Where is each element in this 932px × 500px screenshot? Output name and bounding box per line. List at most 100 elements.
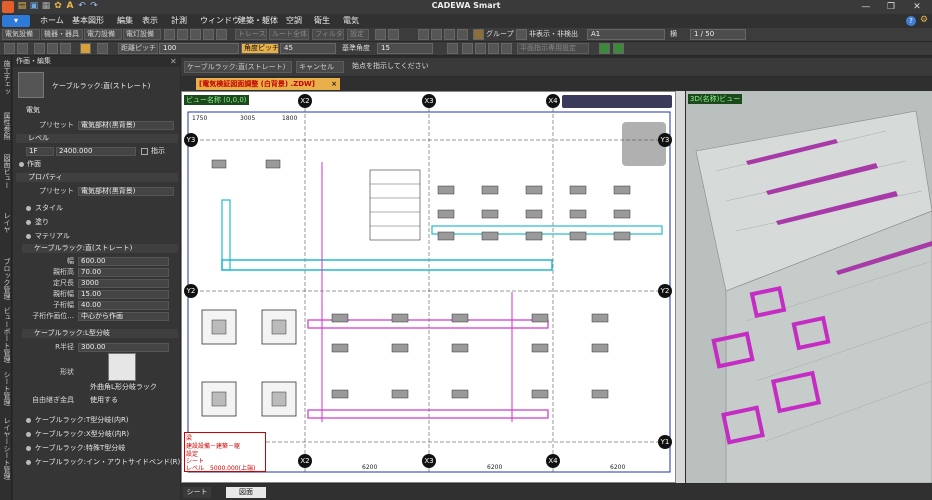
tool-icon-c[interactable] xyxy=(190,29,201,40)
branch-section[interactable]: ケーブルラック:L型分岐 xyxy=(22,329,178,338)
distance-pitch-select[interactable]: 100 xyxy=(159,43,239,54)
property-section[interactable]: プロパティ xyxy=(16,173,178,182)
menu-home[interactable]: ホーム xyxy=(40,14,64,28)
level-section[interactable]: レベル xyxy=(16,134,178,143)
shape-value[interactable]: 外曲角L形分岐ラック xyxy=(90,383,157,392)
panel-pin-icon[interactable]: ✕ xyxy=(170,57,177,66)
snap-icon-b[interactable] xyxy=(47,43,58,54)
group-label[interactable]: グループ xyxy=(486,29,514,40)
vtab-viewport[interactable]: ビューポート管理 xyxy=(0,304,12,366)
tab-drawing[interactable]: 図面 xyxy=(226,487,266,498)
snap-icon-a[interactable] xyxy=(34,43,45,54)
document-tab[interactable]: [電気検証図面調整 (白背景) .ZDW] × xyxy=(196,78,340,90)
vtab-construction-check[interactable]: 施工チェック xyxy=(0,58,12,96)
snap-icon-c[interactable] xyxy=(60,43,71,54)
vtab-layer[interactable]: レイヤー xyxy=(0,210,12,234)
material-item[interactable]: マテリアル xyxy=(35,232,70,241)
minimize-icon[interactable]: — xyxy=(854,0,878,14)
level-input[interactable]: 2400.000 xyxy=(56,147,136,156)
radius-input[interactable]: 300.00 xyxy=(78,343,169,352)
menu-hvac[interactable]: 空調 xyxy=(286,14,302,28)
tool-icon-b[interactable] xyxy=(177,29,188,40)
menu-building[interactable]: 建築・躯体 xyxy=(238,14,278,28)
tool-icon-d[interactable] xyxy=(203,29,214,40)
document-tab-close[interactable]: × xyxy=(331,78,337,90)
level-check-box[interactable] xyxy=(141,148,148,155)
special-t-item[interactable]: ケーブルラック:特殊T型分岐 xyxy=(35,444,125,453)
grid-icon-c[interactable] xyxy=(488,43,499,54)
hide-detect-label[interactable]: 非表示・非検出 xyxy=(529,29,578,40)
cursor-icon[interactable] xyxy=(97,43,108,54)
pen-icon[interactable] xyxy=(447,43,458,54)
filter-button[interactable]: フィルター xyxy=(312,29,344,40)
vtab-drawing-view[interactable]: 図面ビュー xyxy=(0,150,12,192)
width-input[interactable]: 600.00 xyxy=(78,257,169,266)
help-icon[interactable]: ? xyxy=(906,16,916,26)
distance-pitch-button[interactable]: 距離ピッチ xyxy=(118,43,158,54)
branch-x-item[interactable]: ケーブルラック:X型分岐(内R) xyxy=(35,430,129,439)
vtab-block[interactable]: ブロック管理 xyxy=(0,256,12,302)
menu-window[interactable]: ウィンドウ xyxy=(200,14,240,28)
base-angle-input[interactable]: 15 xyxy=(377,43,433,54)
menu-measure[interactable]: 計測 xyxy=(171,14,187,28)
route-all-button[interactable]: ルート全体 xyxy=(269,29,309,40)
grid-icon-b[interactable] xyxy=(475,43,486,54)
grid-icon-a[interactable] xyxy=(462,43,473,54)
menu-edit[interactable]: 編集 xyxy=(117,14,133,28)
refresh-icon[interactable] xyxy=(599,43,610,54)
floor-select[interactable]: 1F xyxy=(26,147,54,156)
bend-item[interactable]: ケーブルラック:イン・アウトサイドベンド(R) xyxy=(35,458,180,467)
joint-value[interactable]: 使用する xyxy=(90,396,118,405)
main-width-input[interactable]: 15.00 xyxy=(78,290,169,299)
line-tool-icon[interactable] xyxy=(4,43,15,54)
options-icon[interactable]: ⚙ xyxy=(920,15,928,25)
vtab-sheet[interactable]: シート管理 xyxy=(0,368,12,408)
scale-select[interactable]: 1 / 50 xyxy=(690,29,746,40)
angle-tool-icon[interactable] xyxy=(17,43,28,54)
paint-item[interactable]: 塗り xyxy=(35,218,49,227)
check-icon[interactable] xyxy=(613,43,624,54)
tool-icon-a[interactable] xyxy=(164,29,175,40)
sub-width-input[interactable]: 40.00 xyxy=(78,301,169,310)
grid-icon-d[interactable] xyxy=(501,43,512,54)
layout-icon-d[interactable] xyxy=(431,29,442,40)
plan-scrollbar[interactable] xyxy=(676,91,685,483)
menu-plumbing[interactable]: 衛生 xyxy=(314,14,330,28)
preset-select[interactable]: 電気部材(黒背景) xyxy=(78,121,174,130)
angle-pitch-select[interactable]: 45 xyxy=(280,43,336,54)
vtab-attributes[interactable]: 属性参照 xyxy=(0,108,12,144)
vtab-layer-sheet[interactable]: レイヤーシート管理 xyxy=(0,416,12,480)
layout-icon-c[interactable] xyxy=(418,29,429,40)
layout-icon-a[interactable] xyxy=(375,29,386,40)
electric-equipment-button[interactable]: 電気設備 xyxy=(2,29,40,40)
sub-position-select[interactable]: 中心から作画 xyxy=(78,312,169,321)
restore-icon[interactable]: ❐ xyxy=(879,0,903,14)
draw-face-item[interactable]: 作面 xyxy=(27,160,41,169)
tab-sheet[interactable]: シート xyxy=(183,487,211,498)
length-input[interactable]: 3000 xyxy=(78,279,169,288)
menu-basic-shapes[interactable]: 基本図形 xyxy=(72,14,104,28)
plan-view[interactable]: ビュー名称 (0,0,0) X2 X3 X4 X2 X3 X4 Y3 Y3 Y2… xyxy=(181,91,676,483)
style-item[interactable]: スタイル xyxy=(35,204,63,213)
fixtures-button[interactable]: 機器・器具 xyxy=(41,29,83,40)
paper-size-select[interactable]: A1 xyxy=(587,29,665,40)
power-equipment-button[interactable]: 電力設備 xyxy=(84,29,122,40)
close-icon[interactable]: ✕ xyxy=(905,0,929,14)
shape-preview-icon[interactable] xyxy=(108,353,136,381)
layout-icon-b[interactable] xyxy=(388,29,399,40)
menu-electric[interactable]: 電気 xyxy=(343,14,359,28)
pencil-icon[interactable] xyxy=(80,43,91,54)
3d-view[interactable]: 3D(名称)ビュー xyxy=(686,91,932,483)
group-icon[interactable] xyxy=(473,29,484,40)
app-menu-button[interactable]: ▾ xyxy=(2,15,30,27)
settings-button[interactable]: 設定 xyxy=(347,29,369,40)
lighting-equipment-button[interactable]: 電灯設備 xyxy=(123,29,161,40)
plane-mode-select[interactable]: 平面指示専用設定 xyxy=(517,43,589,54)
layout-icon-f[interactable] xyxy=(457,29,468,40)
hide-icon[interactable] xyxy=(516,29,527,40)
preset2-select[interactable]: 電気部材(黒背景) xyxy=(78,187,174,196)
trace-button[interactable]: トレース xyxy=(235,29,267,40)
main-height-input[interactable]: 70.00 xyxy=(78,268,169,277)
rack-section[interactable]: ケーブルラック:直(ストレート) xyxy=(22,244,178,253)
menu-view[interactable]: 表示 xyxy=(142,14,158,28)
